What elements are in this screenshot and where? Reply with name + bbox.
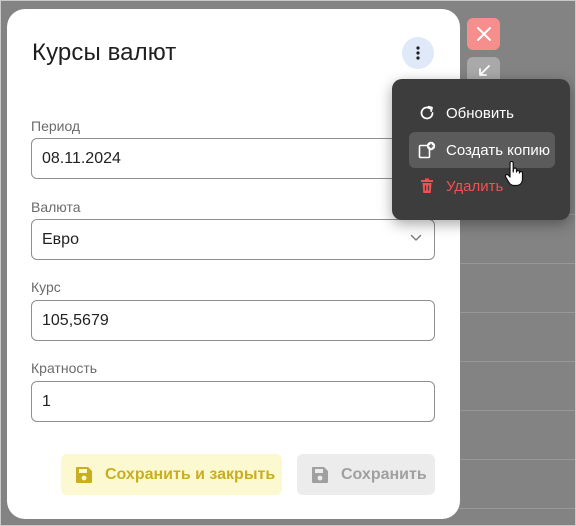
dialog-title: Курсы валют [32,39,177,66]
background-divider [460,361,575,362]
app-frame: Курсы валют Период 08.11.2024 Валюта Евр… [0,0,576,526]
background-divider [460,410,575,411]
currency-label: Валюта [31,199,81,215]
save-icon [311,466,329,484]
save-label: Сохранить [341,465,427,483]
period-label: Период [31,118,81,134]
currency-select[interactable]: Евро [31,219,435,260]
copy-add-icon [418,141,436,159]
menu-item-label: Создать копию [446,141,550,159]
background-divider [460,459,575,460]
rate-field[interactable]: 105,5679 [31,300,435,341]
period-field[interactable]: 08.11.2024 [31,138,435,179]
save-and-close-label: Сохранить и закрыть [105,465,276,483]
chevron-down-icon [410,234,422,241]
currency-value: Евро [42,230,79,248]
background-divider [460,312,575,313]
save-button[interactable]: Сохранить [297,454,435,495]
multiplicity-label: Кратность [31,360,98,376]
rate-label: Курс [31,279,61,295]
close-icon [476,27,491,41]
background-divider [460,508,575,509]
menu-item-refresh[interactable]: Обновить [409,95,555,131]
menu-item-label: Обновить [446,104,514,122]
multiplicity-field[interactable]: 1 [31,381,435,422]
trash-icon [418,178,436,194]
more-options-button[interactable] [402,37,434,69]
menu-item-label: Удалить [446,177,504,195]
menu-item-delete[interactable]: Удалить [409,168,555,204]
background-divider [460,263,575,264]
arrow-down-left-icon [478,65,490,76]
rate-value: 105,5679 [42,311,109,329]
period-value: 08.11.2024 [42,149,121,167]
refresh-icon [418,105,436,121]
save-and-close-button[interactable]: Сохранить и закрыть [61,454,282,495]
context-menu: Обновить Создать копию Удалить [392,79,570,220]
hand-cursor-icon [504,161,524,187]
multiplicity-value: 1 [42,392,51,410]
kebab-icon [416,46,420,60]
save-icon [75,466,93,484]
menu-item-create-copy[interactable]: Создать копию [409,132,555,168]
close-button[interactable] [467,18,500,50]
